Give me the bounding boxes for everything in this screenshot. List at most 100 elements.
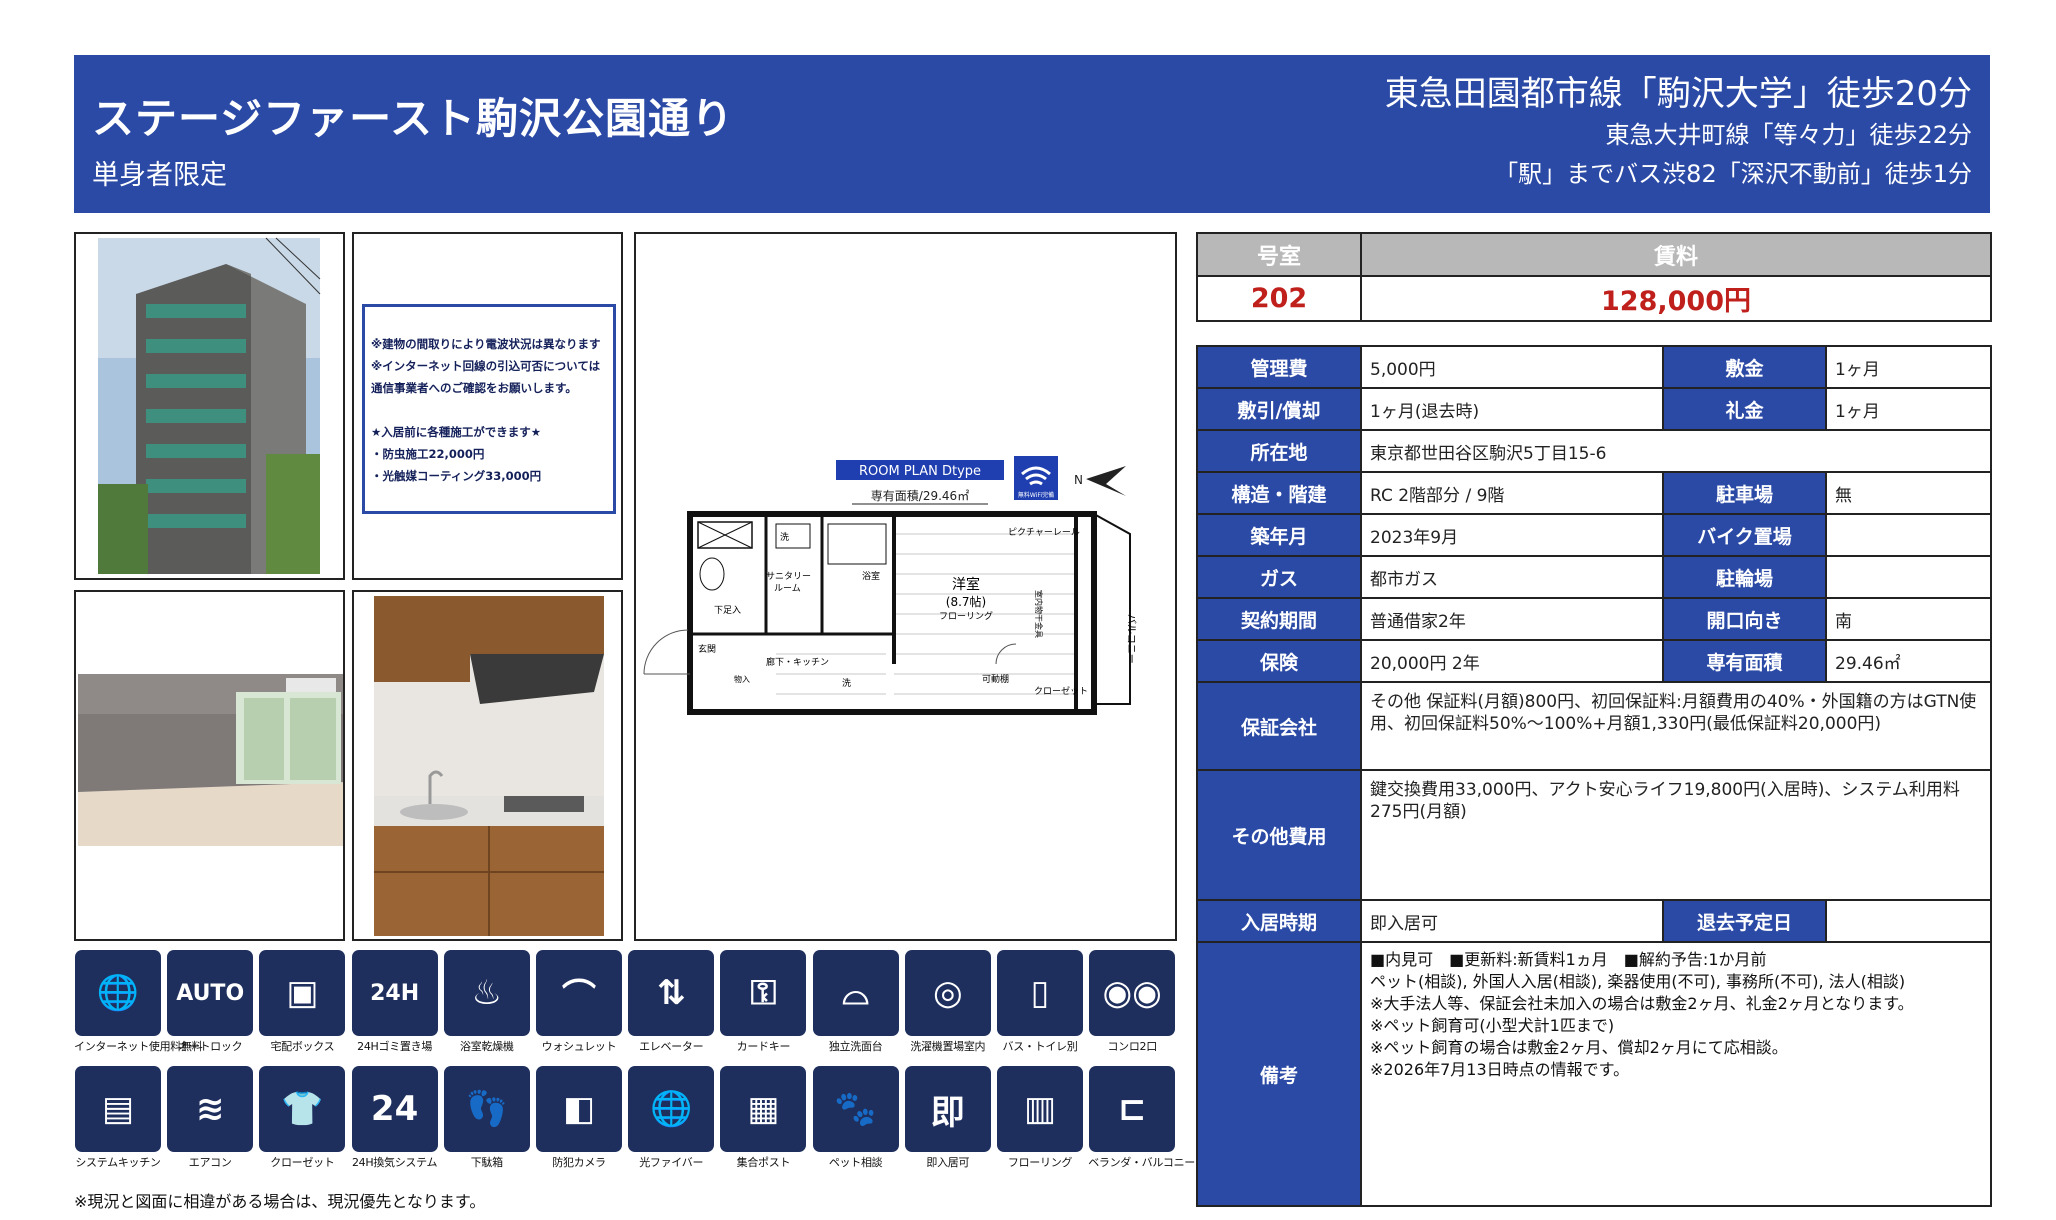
equipment-item: ▥ フローリング xyxy=(996,1066,1084,1169)
deposit-value: 1ヶ月 xyxy=(1825,345,1992,389)
balcony-icon: ⊏ xyxy=(1089,1066,1176,1152)
room-number-header: 号室 xyxy=(1196,232,1362,277)
equipment-item: 👣 下駄箱 xyxy=(443,1066,531,1169)
equipment-item: ♨ 浴室乾燥機 xyxy=(443,950,531,1053)
equipment-item: 24 24H換気システム xyxy=(351,1066,439,1169)
auto-lock-icon: AUTO xyxy=(167,950,254,1036)
equipment-item: ◎ 洗濯機置場室内 xyxy=(904,950,992,1053)
room-number: 202 xyxy=(1196,275,1362,322)
equipment-item: AUTO オートロック xyxy=(166,950,254,1053)
picture-rail-label: ピクチャーレール xyxy=(1008,527,1080,538)
contract-period-value: 普通借家2年 xyxy=(1360,597,1664,641)
equipment-label: エアコン xyxy=(188,1156,232,1169)
equipment-item: 即即入居可 xyxy=(904,1066,992,1169)
guarantor-label: 保証会社 xyxy=(1196,681,1362,771)
equipment-item: ⌓ 独立洗面台 xyxy=(812,950,900,1053)
equipment-label: 洗濯機置場室内 xyxy=(910,1040,986,1053)
equipment-item: 🌐 光ファイバー xyxy=(627,1066,715,1169)
equipment-item: 🌐 インターネット使用料無料 xyxy=(74,950,203,1053)
equipment-item: ▦ 集合ポスト xyxy=(719,1066,807,1169)
built-date-value: 2023年9月 xyxy=(1360,513,1664,557)
north-arrow-icon xyxy=(1086,466,1126,496)
kitchen-photo xyxy=(352,590,623,941)
property-info-table: 管理費 5,000円 敷金 1ヶ月 敷引/償却 1ヶ月(退去時) 礼金 1ヶ月 … xyxy=(1196,345,1992,1207)
closet-icon: 👕 xyxy=(259,1066,346,1152)
address-label: 所在地 xyxy=(1196,429,1362,473)
move-out-label: 退去予定日 xyxy=(1662,899,1827,943)
equipment-label: エレベーター xyxy=(639,1040,704,1053)
equipment-label: ウォシュレット xyxy=(541,1040,617,1053)
equipment-item: ⊏ ベランダ・バルコニー xyxy=(1088,1066,1195,1169)
entrance-label: 玄関 xyxy=(698,643,716,655)
laundry-label: 洗 xyxy=(842,677,851,689)
equipment-label: システムキッチン xyxy=(75,1156,161,1169)
equipment-label: 下駄箱 xyxy=(470,1156,503,1169)
equipment-item: ⇅ エレベーター xyxy=(627,950,715,1053)
equipment-label: バス・トイレ別 xyxy=(1002,1040,1078,1053)
access-line-2: 東急大井町線「等々力」徒歩22分 xyxy=(1605,121,1972,149)
remarks-line: ペット(相談), 外国人入居(相談), 楽器使用(不可), 事務所(不可), 法… xyxy=(1370,972,1906,991)
equipment-item: ▣ 宅配ボックス xyxy=(258,950,346,1053)
clothes-hanger-label: 室内物干金具 xyxy=(1034,590,1044,638)
storage-label: 物入 xyxy=(734,674,750,684)
north-label: N xyxy=(1074,473,1083,487)
bath-label: 浴室 xyxy=(862,570,880,582)
insurance-value: 20,000円 2年 xyxy=(1360,639,1664,683)
immediate-move-in-icon: 即 xyxy=(904,1066,991,1152)
parking-label: 駐車場 xyxy=(1662,471,1827,515)
key-money-label: 礼金 xyxy=(1662,387,1827,431)
equipment-label: 独立洗面台 xyxy=(828,1040,883,1053)
delivery-box-icon: ▣ xyxy=(259,950,346,1036)
equipment-label: 宅配ボックス xyxy=(270,1040,335,1053)
ventilation-24h-icon: 24 xyxy=(351,1066,438,1152)
rent-table: 号室 賃料 202 128,000円 xyxy=(1196,232,1992,322)
footnote: ※現況と図面に相違がある場合は、現況優先となります。 xyxy=(74,1192,486,1211)
remarks-line: ※大手法人等、保証会社未加入の場合は敷金2ヶ月、礼金2ヶ月となります。 xyxy=(1370,994,1914,1013)
restriction-note: 単身者限定 xyxy=(92,160,227,191)
equipment-label: ベランダ・バルコニー xyxy=(1088,1156,1195,1169)
equipment-item: 🐾 ペット相談 xyxy=(812,1066,900,1169)
move-in-label: 入居時期 xyxy=(1196,899,1362,943)
rent-header: 賃料 xyxy=(1360,232,1992,277)
notice-line: 通信事業者へのご確認をお願いします。 xyxy=(371,381,577,395)
hall-kitchen-label: 廊下・キッチン xyxy=(766,656,829,668)
deposit-label: 敷金 xyxy=(1662,345,1827,389)
room-photo xyxy=(74,590,345,941)
mailbox-icon: ▦ xyxy=(720,1066,807,1152)
equipment-item: ◧ 防犯カメラ xyxy=(535,1066,623,1169)
separate-bath-toilet-icon: ▯ xyxy=(997,950,1083,1036)
property-name: ステージファースト駒沢公園通り xyxy=(92,94,735,143)
card-key-icon: ⚿ xyxy=(720,950,807,1036)
remarks-line: ※2026年7月13日時点の情報です。 xyxy=(1370,1060,1630,1079)
bike-parking-value xyxy=(1825,513,1992,557)
key-money-value: 1ヶ月 xyxy=(1825,387,1992,431)
access-info: 東急田園都市線「駒沢大学」徒歩20分 東急大井町線「等々力」徒歩22分 「駅」ま… xyxy=(1385,73,1972,193)
garbage-24h-icon: 24H xyxy=(351,950,438,1036)
deduction-value: 1ヶ月(退去時) xyxy=(1360,387,1664,431)
notice-line: ※建物の間取りにより電波状況は異なります xyxy=(371,337,601,351)
other-fees-value: 鍵交換費用33,000円、アクト安心ライフ19,800円(入居時)、システム利用… xyxy=(1360,769,1992,901)
shoe-storage-label: 下足入 xyxy=(714,605,741,616)
notice-line: ※インターネット回線の引込可否については xyxy=(371,359,601,373)
bike-parking-label: バイク置場 xyxy=(1662,513,1827,557)
western-room-label: 洋室 xyxy=(952,576,980,593)
equipment-label: フローリング xyxy=(1007,1156,1073,1169)
management-fee-value: 5,000円 xyxy=(1360,345,1664,389)
closet-label: クローゼット xyxy=(1034,685,1088,697)
equipment-label: 集合ポスト xyxy=(736,1156,791,1169)
address-value: 東京都世田谷区駒沢5丁目15-6 xyxy=(1360,429,1992,473)
equipment-label: インターネット使用料無料 xyxy=(74,1040,203,1053)
other-fees-label: その他費用 xyxy=(1196,769,1362,901)
remarks-value: ■内見可 ■更新料:新賃料1ヵ月 ■解約予告:1か月前 ペット(相談), 外国人… xyxy=(1360,941,1992,1207)
plan-type-badge: ROOM PLAN Dtype xyxy=(859,464,981,479)
equipment-item: ≋ エアコン xyxy=(166,1066,254,1169)
move-in-value: 即入居可 xyxy=(1360,899,1664,943)
flooring-icon: ▥ xyxy=(997,1066,1083,1152)
equipment-label: 光ファイバー xyxy=(639,1156,704,1169)
equipment-item: 24H 24Hゴミ置き場 xyxy=(351,950,439,1053)
management-fee-label: 管理費 xyxy=(1196,345,1362,389)
remarks-line: ■内見可 ■更新料:新賃料1ヵ月 ■解約予告:1か月前 xyxy=(1370,950,1767,969)
remarks-line: ※ペット飼育可(小型犬計1匹まで) xyxy=(1370,1016,1615,1035)
bathroom-dryer-icon: ♨ xyxy=(443,950,530,1036)
equipment-label: オートロック xyxy=(178,1040,243,1053)
